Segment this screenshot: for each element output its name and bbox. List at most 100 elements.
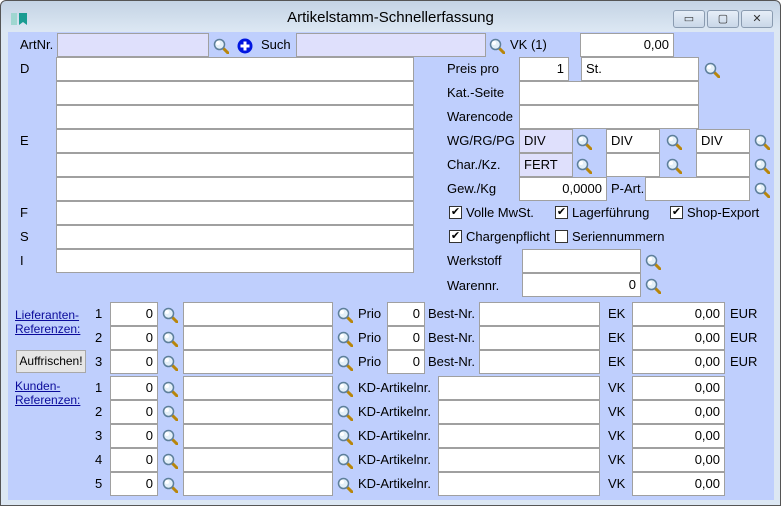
- search-icon[interactable]: [162, 331, 178, 347]
- rg-input[interactable]: DIV: [606, 129, 660, 153]
- search-icon[interactable]: [162, 307, 178, 323]
- kunde-id-input[interactable]: 0: [110, 400, 158, 424]
- part-input[interactable]: [645, 177, 750, 201]
- vk-input[interactable]: 0,00: [632, 424, 725, 448]
- vk-input[interactable]: 0,00: [632, 376, 725, 400]
- vk-input[interactable]: 0,00: [580, 33, 674, 57]
- search-icon[interactable]: [213, 38, 229, 54]
- text-line-input[interactable]: [56, 153, 414, 177]
- checkbox[interactable]: ✔: [555, 206, 568, 219]
- search-icon[interactable]: [162, 381, 178, 397]
- char-input[interactable]: FERT: [519, 153, 573, 177]
- kunde-name-input[interactable]: [183, 400, 333, 424]
- pg-input[interactable]: DIV: [696, 129, 750, 153]
- ek-input[interactable]: 0,00: [632, 326, 725, 350]
- search-icon[interactable]: [704, 62, 720, 78]
- search-icon[interactable]: [337, 331, 353, 347]
- checkbox[interactable]: [555, 230, 568, 243]
- preis-pro-input[interactable]: 1: [519, 57, 569, 81]
- ek-input[interactable]: 0,00: [632, 302, 725, 326]
- kz2-input[interactable]: [696, 153, 750, 177]
- kunde-name-input[interactable]: [183, 472, 333, 496]
- vk-input[interactable]: 0,00: [632, 472, 725, 496]
- kd-artikelnr-input[interactable]: [438, 424, 600, 448]
- search-icon[interactable]: [337, 429, 353, 445]
- wg-input[interactable]: DIV: [519, 129, 573, 153]
- search-icon[interactable]: [162, 355, 178, 371]
- kunde-name-input[interactable]: [183, 424, 333, 448]
- lieferant-id-input[interactable]: 0: [110, 326, 158, 350]
- prio-input[interactable]: 0: [387, 326, 425, 350]
- lieferant-id-input[interactable]: 0: [110, 302, 158, 326]
- lieferant-name-input[interactable]: [183, 302, 333, 326]
- kunde-id-input[interactable]: 0: [110, 448, 158, 472]
- checkbox[interactable]: ✔: [670, 206, 683, 219]
- checkbox[interactable]: ✔: [449, 230, 462, 243]
- prio-input[interactable]: 0: [387, 302, 425, 326]
- search-icon[interactable]: [645, 278, 661, 294]
- text-line-input[interactable]: [56, 201, 414, 225]
- text-line-input[interactable]: [56, 81, 414, 105]
- text-line-input[interactable]: [56, 105, 414, 129]
- kunde-name-input[interactable]: [183, 448, 333, 472]
- text-line-input[interactable]: [56, 177, 414, 201]
- artnr-input[interactable]: [57, 33, 209, 57]
- search-icon[interactable]: [489, 38, 505, 54]
- search-icon[interactable]: [337, 381, 353, 397]
- search-icon[interactable]: [754, 134, 770, 150]
- lieferanten-referenzen-link[interactable]: Referenzen:: [15, 321, 80, 337]
- warencode-input[interactable]: [519, 105, 699, 129]
- refresh-button[interactable]: Auffrischen!: [16, 350, 86, 373]
- kunde-id-input[interactable]: 0: [110, 424, 158, 448]
- search-icon[interactable]: [754, 158, 770, 174]
- werkstoff-input[interactable]: [522, 249, 641, 273]
- minimize-button[interactable]: ▭: [673, 10, 705, 28]
- search-icon[interactable]: [576, 158, 592, 174]
- kunde-id-input[interactable]: 0: [110, 376, 158, 400]
- text-line-input[interactable]: [56, 57, 414, 81]
- search-icon[interactable]: [666, 158, 682, 174]
- kd-artikelnr-input[interactable]: [438, 376, 600, 400]
- kunde-id-input[interactable]: 0: [110, 472, 158, 496]
- unit-input[interactable]: St.: [581, 57, 699, 81]
- kunden-referenzen-link[interactable]: Referenzen:: [15, 392, 80, 408]
- kd-artikelnr-input[interactable]: [438, 400, 600, 424]
- search-icon[interactable]: [162, 477, 178, 493]
- close-button[interactable]: ✕: [741, 10, 773, 28]
- search-icon[interactable]: [162, 453, 178, 469]
- search-icon[interactable]: [162, 429, 178, 445]
- kd-artikelnr-input[interactable]: [438, 472, 600, 496]
- search-icon[interactable]: [666, 134, 682, 150]
- kunde-name-input[interactable]: [183, 376, 333, 400]
- add-icon[interactable]: [237, 38, 253, 54]
- search-icon[interactable]: [645, 254, 661, 270]
- search-icon[interactable]: [337, 477, 353, 493]
- search-icon[interactable]: [337, 307, 353, 323]
- search-icon[interactable]: [754, 182, 770, 198]
- vk-input[interactable]: 0,00: [632, 448, 725, 472]
- search-icon[interactable]: [162, 405, 178, 421]
- text-line-input[interactable]: [56, 225, 414, 249]
- kz1-input[interactable]: [606, 153, 660, 177]
- such-input[interactable]: [296, 33, 486, 57]
- search-icon[interactable]: [337, 453, 353, 469]
- prio-input[interactable]: 0: [387, 350, 425, 374]
- gew-input[interactable]: 0,0000: [519, 177, 607, 201]
- vk-input[interactable]: 0,00: [632, 400, 725, 424]
- search-icon[interactable]: [337, 355, 353, 371]
- search-icon[interactable]: [576, 134, 592, 150]
- checkbox[interactable]: ✔: [449, 206, 462, 219]
- lieferant-name-input[interactable]: [183, 326, 333, 350]
- search-icon[interactable]: [337, 405, 353, 421]
- maximize-button[interactable]: ▢: [707, 10, 739, 28]
- lieferant-id-input[interactable]: 0: [110, 350, 158, 374]
- bestnr-input[interactable]: [479, 302, 600, 326]
- text-line-input[interactable]: [56, 129, 414, 153]
- kd-artikelnr-input[interactable]: [438, 448, 600, 472]
- ek-input[interactable]: 0,00: [632, 350, 725, 374]
- lieferant-name-input[interactable]: [183, 350, 333, 374]
- bestnr-input[interactable]: [479, 350, 600, 374]
- warennr-input[interactable]: 0: [522, 273, 641, 297]
- text-line-input[interactable]: [56, 249, 414, 273]
- kat-seite-input[interactable]: [519, 81, 699, 105]
